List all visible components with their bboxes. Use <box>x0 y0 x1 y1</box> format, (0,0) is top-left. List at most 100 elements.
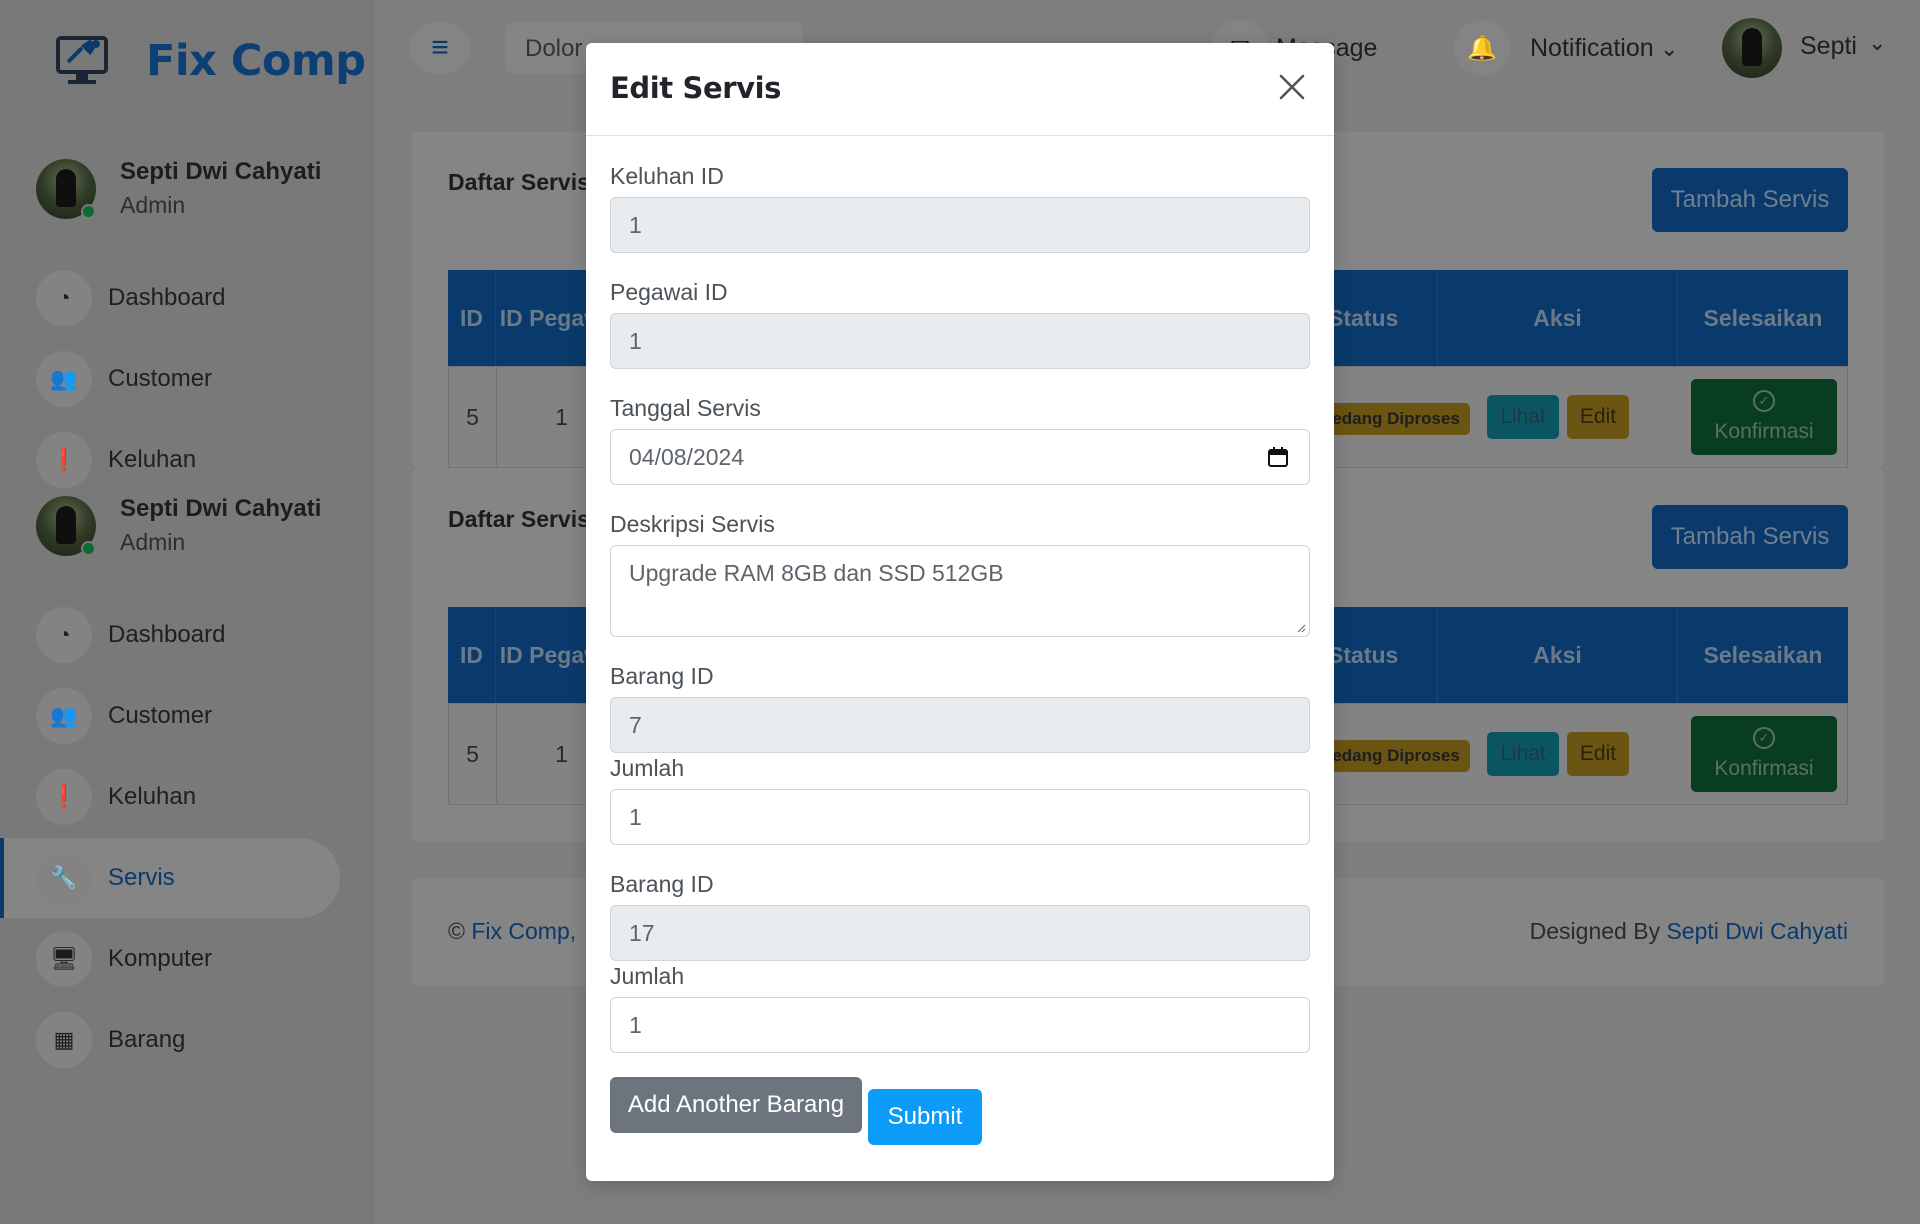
column-header: Selesaikan <box>1703 641 1823 668</box>
avatar <box>36 158 96 219</box>
bell-icon[interactable]: 🔔 <box>1454 20 1510 76</box>
sidebar-item-servis[interactable]: 🔧 Servis <box>0 838 340 918</box>
chevron-down-icon: ⌄ <box>1868 30 1887 55</box>
designed-by-text: Designed By <box>1529 918 1661 944</box>
copyright-symbol: © <box>448 918 465 944</box>
designer-link[interactable]: Septi Dwi Cahyati <box>1666 918 1848 944</box>
sidebar-item-keluhan[interactable]: ❗ Keluhan <box>0 420 340 500</box>
user-avatar[interactable] <box>1722 18 1782 78</box>
sidebar: Fix Comp Septi Dwi Cahyati Admin ◔ Dashb… <box>0 0 375 1224</box>
sidebar-item-dashboard[interactable]: ◔ Dashboard <box>0 595 340 675</box>
sidebar-item-customer[interactable]: 👥 Customer <box>0 339 340 419</box>
sidebar-item-customer[interactable]: 👥 Customer <box>0 676 340 756</box>
jumlah-field[interactable]: 1 <box>610 997 1310 1053</box>
pegawai-id-label: Pegawai ID <box>610 279 728 305</box>
online-status-dot <box>81 203 96 219</box>
sidebar-profile[interactable]: Septi Dwi Cahyati Admin <box>36 158 321 219</box>
profile-name: Septi Dwi Cahyati <box>120 495 322 522</box>
monitor-icon: 🖥 <box>36 931 92 987</box>
footer-brand-link[interactable]: Fix Comp, <box>471 918 576 944</box>
users-icon: 👥 <box>36 688 92 744</box>
sidebar-item-label: Komputer <box>108 945 213 972</box>
footer-copyright: © Fix Comp, <box>448 918 576 945</box>
check-circle-icon: ✓ <box>1753 727 1775 749</box>
resize-handle-icon[interactable] <box>1296 623 1306 633</box>
edit-servis-modal: Edit Servis Keluhan ID 1 Pegawai ID 1 Ta… <box>586 43 1334 1181</box>
wrench-icon: 🔧 <box>36 850 92 906</box>
avatar <box>36 495 96 556</box>
barang-id-label: Barang ID <box>610 663 714 689</box>
sidebar-item-label: Barang <box>108 1026 186 1053</box>
calendar-icon[interactable] <box>1267 446 1289 468</box>
sidebar-item-keluhan[interactable]: ❗ Keluhan <box>0 757 340 837</box>
tambah-servis-button[interactable]: Tambah Servis <box>1652 505 1848 569</box>
sidebar-item-label: Customer <box>108 365 213 392</box>
status-badge: Sedang Diproses <box>1311 403 1470 435</box>
lihat-button[interactable]: Lihat <box>1487 732 1559 776</box>
keluhan-id-label: Keluhan ID <box>610 163 724 189</box>
sidebar-item-label: Dashboard <box>108 621 226 648</box>
column-header: Selesaikan <box>1703 304 1823 331</box>
menu-toggle-button[interactable]: ≡ <box>410 22 470 74</box>
card-title: Daftar Servis <box>448 506 590 532</box>
exclamation-icon: ❗ <box>36 432 92 488</box>
footer-credit: Designed By Septi Dwi Cahyati <box>1530 918 1848 945</box>
notification-dropdown[interactable]: Notification <box>1530 34 1654 63</box>
user-dropdown[interactable]: Septi <box>1800 32 1857 61</box>
jumlah-field[interactable]: 1 <box>610 789 1310 845</box>
pegawai-id-field[interactable]: 1 <box>610 313 1310 369</box>
column-header: ID <box>448 607 496 703</box>
status-badge: Sedang Diproses <box>1311 740 1470 772</box>
cell-id: 5 <box>449 367 497 467</box>
sidebar-item-barang[interactable]: ▦ Barang <box>0 1000 340 1080</box>
barang-id-field[interactable]: 7 <box>610 697 1310 753</box>
sidebar-item-label: Customer <box>108 702 213 729</box>
sidebar-item-label: Dashboard <box>108 284 226 311</box>
deskripsi-servis-value: Upgrade RAM 8GB dan SSD 512GB <box>629 560 1004 586</box>
sidebar-item-label: Keluhan <box>108 783 197 810</box>
sidebar-profile[interactable]: Septi Dwi Cahyati Admin <box>36 495 321 556</box>
tambah-servis-button[interactable]: Tambah Servis <box>1652 168 1848 232</box>
lihat-button[interactable]: Lihat <box>1487 395 1559 439</box>
edit-button[interactable]: Edit <box>1567 395 1629 439</box>
column-header: Status <box>1328 607 1438 703</box>
profile-role: Admin <box>120 192 186 218</box>
profile-role: Admin <box>120 529 186 555</box>
users-icon: 👥 <box>36 351 92 407</box>
tanggal-servis-label: Tanggal Servis <box>610 395 761 421</box>
column-header: Aksi <box>1438 270 1678 366</box>
column-header: Aksi <box>1438 607 1678 703</box>
barang-id-field[interactable]: 17 <box>610 905 1310 961</box>
cell-id: 5 <box>449 704 497 804</box>
check-circle-icon: ✓ <box>1753 390 1775 412</box>
konfirmasi-button[interactable]: ✓ Konfirmasi <box>1691 379 1837 455</box>
keluhan-id-field[interactable]: 1 <box>610 197 1310 253</box>
tanggal-servis-value: 04/08/2024 <box>629 443 745 470</box>
modal-title: Edit Servis <box>610 71 782 105</box>
konfirmasi-label: Konfirmasi <box>1714 757 1814 780</box>
add-another-barang-button[interactable]: Add Another Barang <box>610 1077 862 1133</box>
sidebar-item-komputer[interactable]: 🖥 Komputer <box>0 919 340 999</box>
column-header: Status <box>1328 270 1438 366</box>
computer-repair-icon <box>54 32 110 90</box>
hamburger-icon: ≡ <box>431 31 449 64</box>
dashboard-icon: ◔ <box>36 607 92 663</box>
brand-name: Fix Comp <box>146 36 366 86</box>
modal-header: Edit Servis <box>586 43 1334 136</box>
edit-button[interactable]: Edit <box>1567 732 1629 776</box>
deskripsi-servis-textarea[interactable]: Upgrade RAM 8GB dan SSD 512GB <box>610 545 1310 637</box>
sidebar-item-dashboard[interactable]: ◔ Dashboard <box>0 258 340 338</box>
jumlah-label: Jumlah <box>610 755 685 781</box>
konfirmasi-label: Konfirmasi <box>1714 420 1814 443</box>
sidebar-item-label: Keluhan <box>108 446 197 473</box>
sidebar-item-label: Servis <box>108 864 175 891</box>
column-header: ID <box>448 270 496 366</box>
brand[interactable]: Fix Comp <box>54 32 366 90</box>
submit-button[interactable]: Submit <box>868 1089 982 1145</box>
profile-name: Septi Dwi Cahyati <box>120 158 322 185</box>
card-title: Daftar Servis <box>448 169 590 195</box>
tanggal-servis-field[interactable]: 04/08/2024 <box>610 429 1310 485</box>
konfirmasi-button[interactable]: ✓ Konfirmasi <box>1691 716 1837 792</box>
close-button[interactable] <box>1276 71 1308 103</box>
exclamation-icon: ❗ <box>36 769 92 825</box>
